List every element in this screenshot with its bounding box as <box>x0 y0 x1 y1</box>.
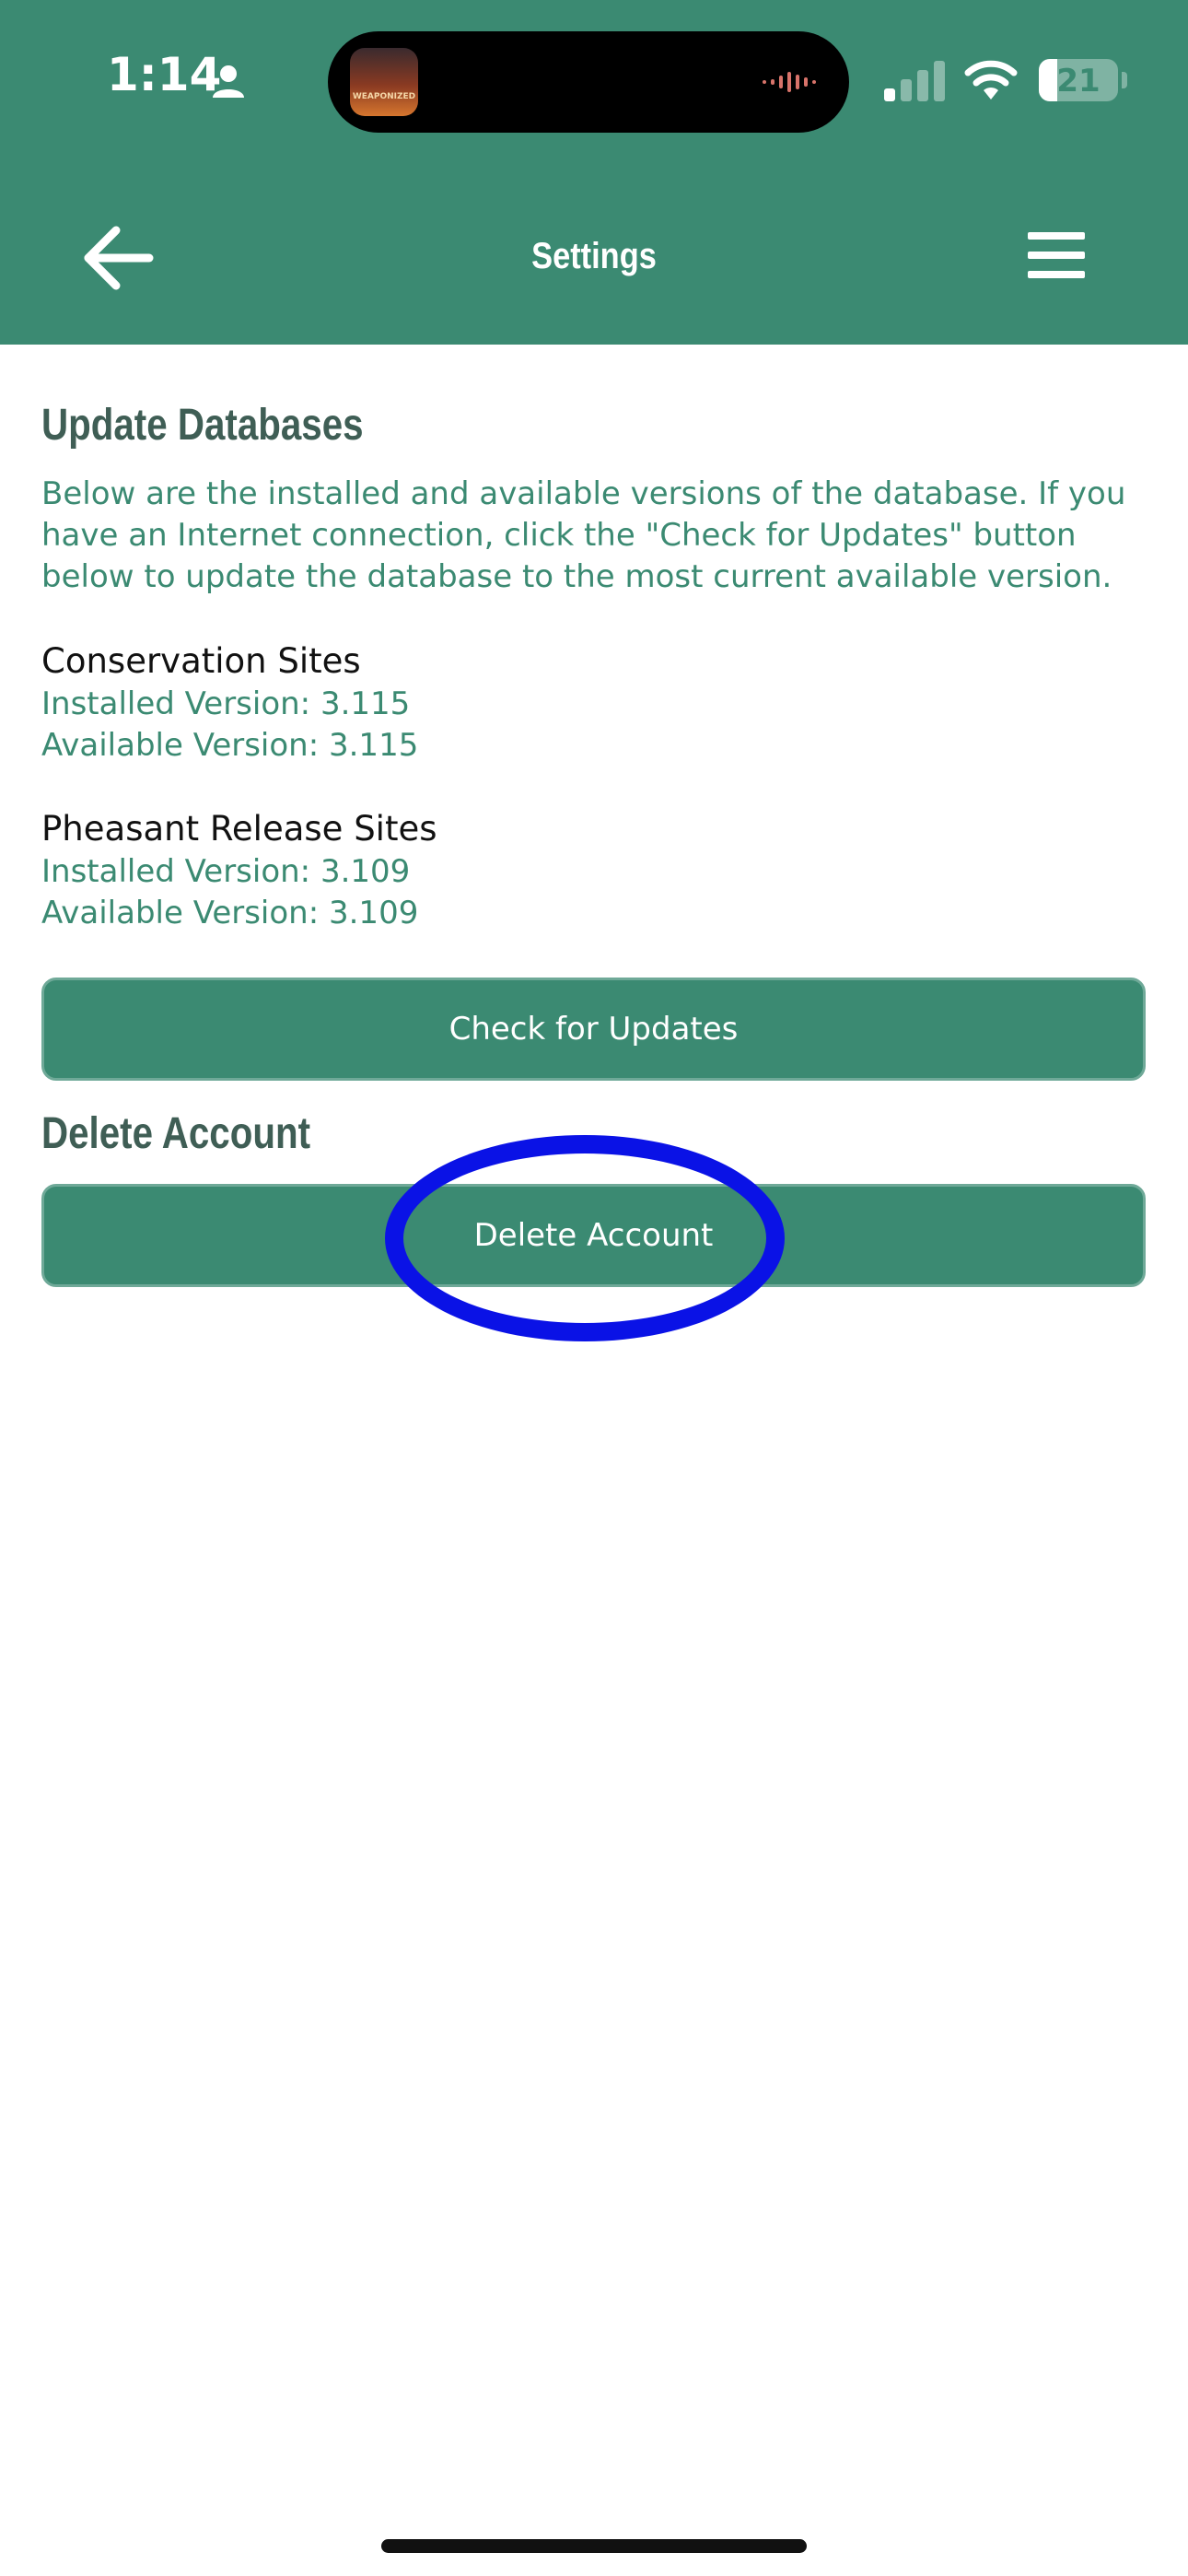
home-indicator[interactable] <box>381 2539 807 2553</box>
battery-icon: 21 <box>1039 59 1118 101</box>
available-version-pheasant-release-sites: Available Version: 3.109 <box>41 895 419 931</box>
audio-wave-icon <box>763 72 816 92</box>
menu-button[interactable] <box>1022 227 1092 286</box>
update-databases-heading: Update Databases <box>41 401 364 450</box>
now-playing-thumbnail[interactable]: WEAPONIZED <box>350 48 418 116</box>
status-time: 1:14 <box>107 48 222 101</box>
db-name-pheasant-release-sites: Pheasant Release Sites <box>41 809 437 849</box>
settings-screen: 1:14 WEAPONIZED 21 Settings Update Datab… <box>0 0 1188 2576</box>
header-bar: 1:14 WEAPONIZED 21 Settings <box>0 0 1188 345</box>
hamburger-icon <box>1028 232 1085 278</box>
highlight-annotation-circle <box>385 1135 785 1341</box>
available-version-conservation-sites: Available Version: 3.115 <box>41 727 419 764</box>
thumbnail-label: WEAPONIZED <box>352 92 416 101</box>
dynamic-island[interactable]: WEAPONIZED <box>328 31 849 133</box>
check-for-updates-button[interactable]: Check for Updates <box>41 978 1146 1081</box>
wifi-icon <box>964 60 1018 100</box>
page-title: Settings <box>531 236 657 276</box>
signal-icon <box>884 61 945 101</box>
db-name-conservation-sites: Conservation Sites <box>41 641 361 681</box>
battery-percentage: 21 <box>1056 63 1101 100</box>
battery-cap <box>1122 72 1127 88</box>
installed-version-conservation-sites: Installed Version: 3.115 <box>41 685 411 722</box>
delete-account-heading: Delete Account <box>41 1109 311 1158</box>
person-icon <box>213 65 244 98</box>
update-intro-text: Below are the installed and available ve… <box>41 475 1126 595</box>
installed-version-pheasant-release-sites: Installed Version: 3.109 <box>41 853 411 890</box>
